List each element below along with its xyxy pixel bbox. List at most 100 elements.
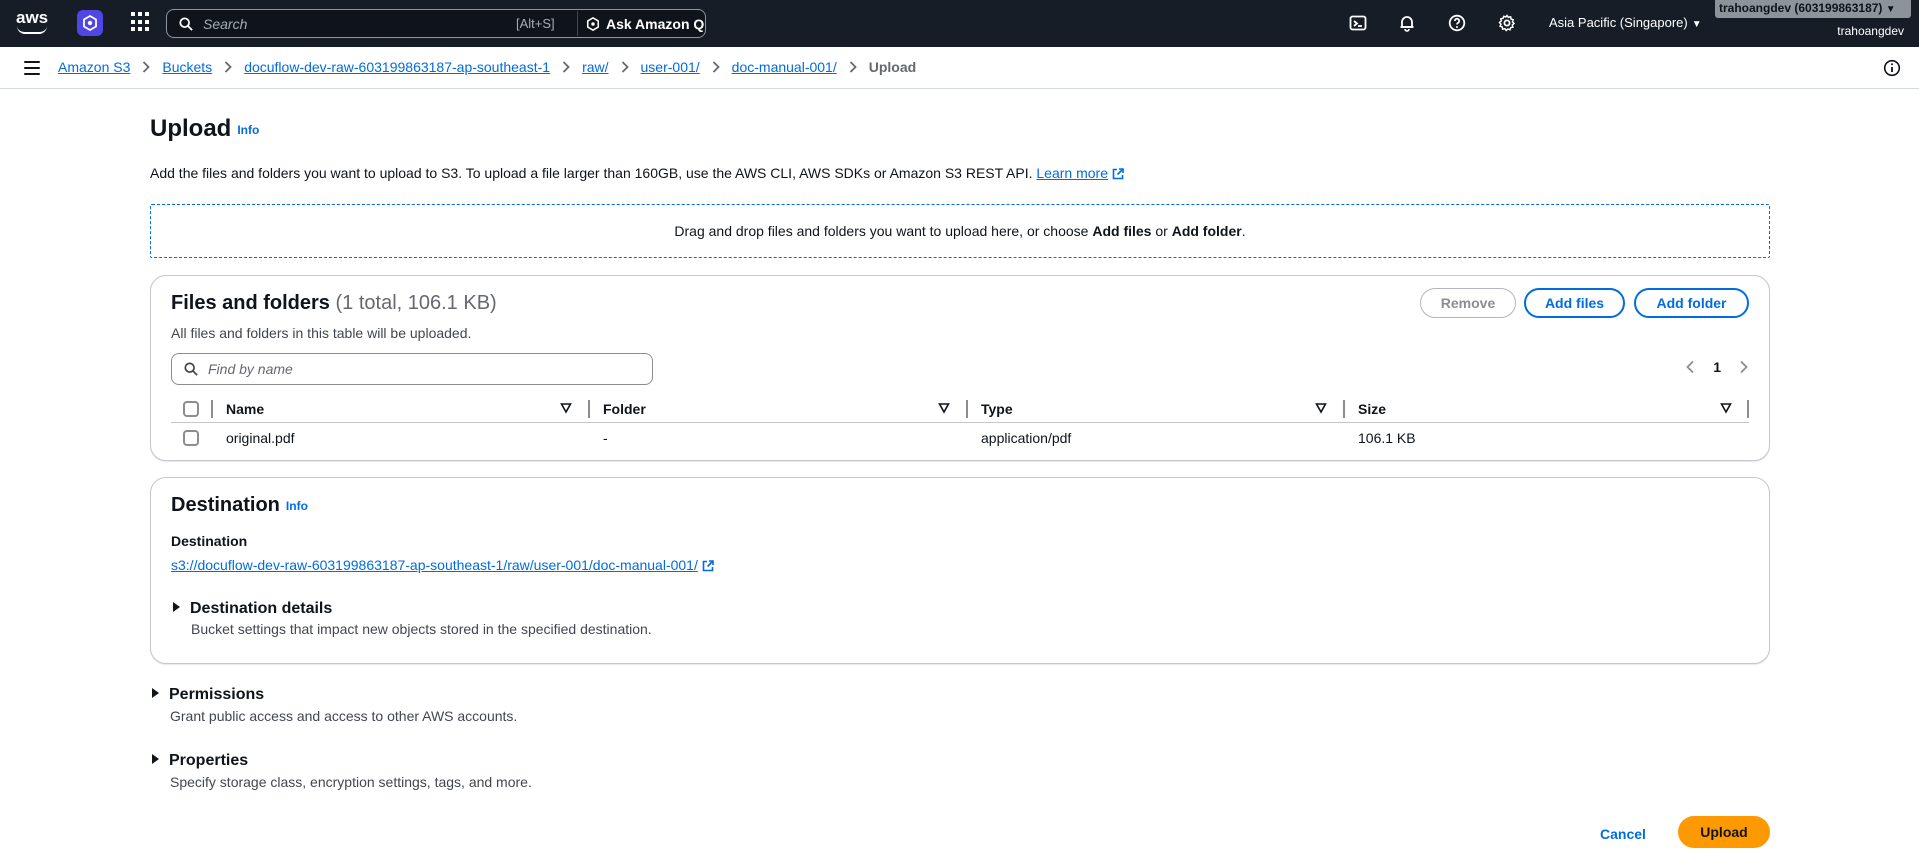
destination-panel-title: Destination Info [171,494,308,517]
cell-name: original.pdf [226,430,295,446]
chevron-right-icon [562,61,570,73]
external-link-icon [1112,168,1124,180]
breadcrumb-bucket[interactable]: docuflow-dev-raw-603199863187-ap-southea… [244,59,550,75]
column-divider [211,400,213,418]
chevron-right-icon [849,61,857,73]
caret-right-icon [152,688,159,698]
region-selector[interactable]: Asia Pacific (Singapore) ▼ [1549,15,1702,30]
column-divider[interactable] [588,400,590,418]
table-header: Name Folder Type Size [171,397,1749,423]
column-divider[interactable] [1747,400,1749,418]
chevron-right-icon [712,61,720,73]
files-panel-subtitle: All files and folders in this table will… [171,325,472,341]
properties-title: Properties [169,752,249,769]
upload-dropzone[interactable]: Drag and drop files and folders you want… [150,204,1770,258]
ask-amazon-q-label: Ask Amazon Q [606,15,705,32]
properties-desc: Specify storage class, encryption settin… [170,774,532,790]
permissions-title: Permissions [169,686,265,703]
learn-more-link[interactable]: Learn more [1036,165,1108,181]
destination-details-desc: Bucket settings that impact new objects … [191,621,652,637]
settings-gear-icon[interactable] [1497,13,1517,33]
dropzone-prefix: Drag and drop files and folders you want… [674,223,1093,239]
upload-button[interactable]: Upload [1678,816,1770,848]
table-row: original.pdf - application/pdf 106.1 KB [171,424,1749,452]
add-files-button[interactable]: Add files [1524,288,1625,318]
breadcrumb-buckets[interactable]: Buckets [162,59,212,75]
select-all-checkbox[interactable] [183,401,199,417]
sort-caret-icon[interactable] [1315,402,1327,414]
cell-folder: - [603,430,608,446]
menu-hamburger-icon[interactable] [24,61,40,75]
destination-uri-link[interactable]: s3://docuflow-dev-raw-603199863187-ap-so… [171,557,714,573]
breadcrumb: Amazon S3 Buckets docuflow-dev-raw-60319… [58,59,916,75]
dropzone-suffix: . [1241,223,1246,239]
pagination: 1 [1685,359,1749,375]
files-panel-count: (1 total, 106.1 KB) [335,292,497,314]
destination-details-title: Destination details [190,600,333,617]
column-divider[interactable] [1343,400,1345,418]
destination-label: Destination [171,533,248,549]
breadcrumb-current-upload: Upload [868,59,917,75]
chevron-right-icon[interactable] [1739,360,1749,374]
files-panel-title-text: Files and folders [171,292,330,314]
cell-size: 106.1 KB [1358,430,1416,446]
upload-info-link[interactable]: Info [237,123,259,137]
search-icon [184,362,198,376]
global-search: [Alt+S] Ask Amazon Q [166,9,706,38]
info-panel-icon[interactable] [1883,59,1901,77]
destination-panel: Destination Info Destination s3://docuflo… [150,477,1770,664]
cell-type: application/pdf [981,430,1072,446]
breadcrumb-user-001[interactable]: user-001/ [641,59,700,75]
caret-down-icon: ▼ [1885,4,1896,15]
caret-right-icon [173,602,180,612]
column-header-size[interactable]: Size [1358,401,1386,417]
chevron-left-icon[interactable] [1685,360,1695,374]
sort-caret-icon[interactable] [560,402,572,414]
page-description: Add the files and folders you want to up… [150,165,1124,181]
aws-logo[interactable]: aws [16,9,50,35]
properties-expander[interactable]: Properties [152,752,248,770]
page-title: Upload Info [150,115,259,143]
column-divider[interactable] [966,400,968,418]
notifications-bell-icon[interactable] [1397,13,1417,33]
account-menu[interactable]: trahoangdev (603199863187) ▼ [1715,0,1911,18]
destination-title-text: Destination [171,494,280,516]
external-link-icon [702,560,714,572]
ask-amazon-q-button[interactable]: Ask Amazon Q [577,11,704,36]
destination-uri[interactable]: s3://docuflow-dev-raw-603199863187-ap-so… [171,557,698,573]
page-number[interactable]: 1 [1713,359,1721,375]
permissions-expander[interactable]: Permissions [152,686,264,704]
breadcrumb-raw[interactable]: raw/ [582,59,608,75]
cancel-button[interactable]: Cancel [1600,826,1646,842]
breadcrumb-amazon-s3[interactable]: Amazon S3 [58,59,130,75]
remove-button[interactable]: Remove [1420,288,1516,318]
amazon-q-hex-icon[interactable] [77,10,103,36]
chevron-right-icon [142,61,151,73]
row-checkbox[interactable] [183,430,199,446]
services-grid-icon[interactable] [131,12,151,32]
amazon-q-icon [586,16,600,31]
aws-logo-text: aws [16,8,49,27]
column-header-folder[interactable]: Folder [603,401,646,417]
sort-caret-icon[interactable] [938,402,950,414]
cloudshell-icon[interactable] [1348,13,1368,33]
top-navigation: aws [Alt+S] Ask Amazon Q Asia Pacific (S… [0,0,1919,47]
help-icon[interactable] [1447,13,1467,33]
files-and-folders-panel: Files and folders (1 total, 106.1 KB) Al… [150,275,1770,461]
caret-down-icon: ▼ [1691,19,1702,30]
breadcrumb-doc-manual-001[interactable]: doc-manual-001/ [732,59,837,75]
account-badge-label: trahoangdev (603199863187) [1719,1,1883,15]
find-by-name-input[interactable] [208,361,628,377]
destination-details-expander[interactable]: Destination details [173,600,332,618]
column-header-type[interactable]: Type [981,401,1013,417]
sort-caret-icon[interactable] [1720,402,1732,414]
search-shortcut: [Alt+S] [516,16,555,31]
column-header-name[interactable]: Name [226,401,264,417]
chevron-right-icon [621,61,629,73]
chevron-right-icon [224,61,232,73]
search-icon [179,16,193,31]
destination-info-link[interactable]: Info [286,499,308,513]
add-folder-button[interactable]: Add folder [1634,288,1749,318]
search-input[interactable] [203,12,503,35]
find-by-name-filter [171,353,653,385]
